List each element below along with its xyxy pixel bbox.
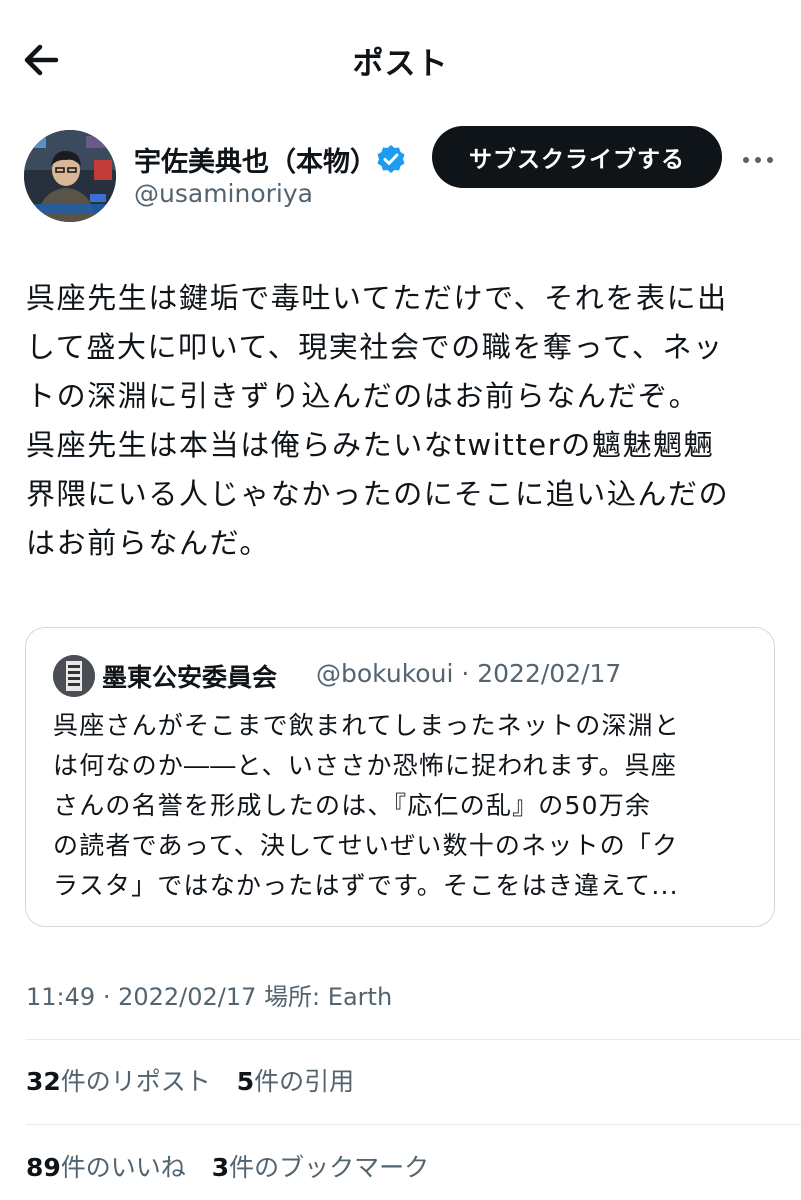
more-horizontal-icon	[743, 157, 773, 163]
divider	[26, 1039, 801, 1040]
reposts-label: 件のリポスト	[60, 1067, 211, 1096]
author-display-name[interactable]: 宇佐美典也（本物）	[134, 140, 377, 179]
tweet-date: 2022/02/17	[118, 983, 257, 1011]
timestamp-separator: ·	[102, 983, 111, 1011]
location-label: 場所:	[264, 983, 321, 1011]
quotes-stat[interactable]: 5件の引用	[237, 1062, 354, 1098]
location-value: Earth	[327, 983, 393, 1011]
bookmarks-label: 件のブックマーク	[229, 1153, 430, 1182]
quote-separator: ·	[461, 659, 470, 688]
tweet-text: 呉座先生は鍵垢で毒吐いてただけで、それを表に出 して盛大に叩いて、現実社会での職…	[26, 274, 786, 568]
bookmarks-count: 3	[211, 1153, 230, 1182]
tweet-line: 呉座先生は本当は俺らみたいなtwitterの魑魅魍魎	[26, 428, 715, 462]
likes-count: 89	[26, 1153, 61, 1182]
quotes-label: 件の引用	[254, 1067, 355, 1096]
reposts-stat[interactable]: 32件のリポスト	[26, 1062, 211, 1098]
bookmarks-stat[interactable]: 3件のブックマーク	[212, 1148, 429, 1184]
likes-label: 件のいいね	[60, 1153, 186, 1182]
tweet-timestamp: 11:49 · 2022/02/17 場所: Earth	[26, 977, 392, 1012]
quote-line: 呉座さんがそこまで飲まれてしまったネットの深淵と	[53, 711, 681, 740]
author-handle[interactable]: @usaminoriya	[134, 179, 313, 208]
tweet-line: 呉座先生は鍵垢で毒吐いてただけで、それを表に出	[26, 281, 728, 315]
verified-badge-icon	[375, 143, 407, 175]
avatar[interactable]	[24, 130, 116, 222]
subscribe-button[interactable]: サブスクライブする	[432, 126, 722, 188]
quote-author-name: 墨東公安委員会	[102, 663, 278, 692]
page-title: ポスト	[352, 46, 449, 82]
quotes-count: 5	[236, 1067, 255, 1096]
tweet-line: はお前らなんだ。	[26, 526, 270, 560]
tweet-line: して盛大に叩いて、現実社会での職を奪って、ネッ	[26, 330, 724, 364]
quote-avatar	[53, 655, 95, 697]
quoted-tweet-card[interactable]: 墨東公安委員会 @bokukoui · 2022/02/17 呉座さんがそこまで…	[25, 627, 775, 927]
quote-line: ラスタ」ではなかったはずです。そこをはき違えて...	[53, 871, 679, 900]
reposts-count: 32	[26, 1067, 61, 1096]
avatar-image	[24, 130, 116, 222]
tweet-line: トの深淵に引きずり込んだのはお前らなんだぞ。	[26, 379, 700, 413]
tweet-time: 11:49	[26, 983, 96, 1011]
stats-row-likes: 89件のいいね 3件のブックマーク	[26, 1148, 447, 1184]
quote-date: 2022/02/17	[477, 659, 622, 688]
quote-line: の読者であって、決してせいぜい数十のネットの「ク	[53, 831, 679, 860]
more-button[interactable]	[738, 140, 778, 180]
divider	[26, 1124, 801, 1125]
top-bar: ポスト	[0, 0, 801, 120]
quote-author-handle: @bokukoui	[316, 659, 454, 688]
likes-stat[interactable]: 89件のいいね	[26, 1148, 186, 1184]
quote-line: は何なのか――と、いささか恐怖に捉われます。呉座	[53, 751, 678, 780]
quote-meta: @bokukoui · 2022/02/17	[316, 659, 621, 688]
stats-row-reposts: 32件のリポスト 5件の引用	[26, 1062, 372, 1098]
tweet-line: 界隈にいる人じゃなかったのにそこに追い込んだの	[26, 477, 730, 511]
quote-line: さんの名誉を形成したのは、『応仁の乱』の50万余	[53, 791, 652, 820]
quote-text: 呉座さんがそこまで飲まれてしまったネットの深淵と は何なのか――と、いささか恐怖…	[53, 706, 753, 906]
